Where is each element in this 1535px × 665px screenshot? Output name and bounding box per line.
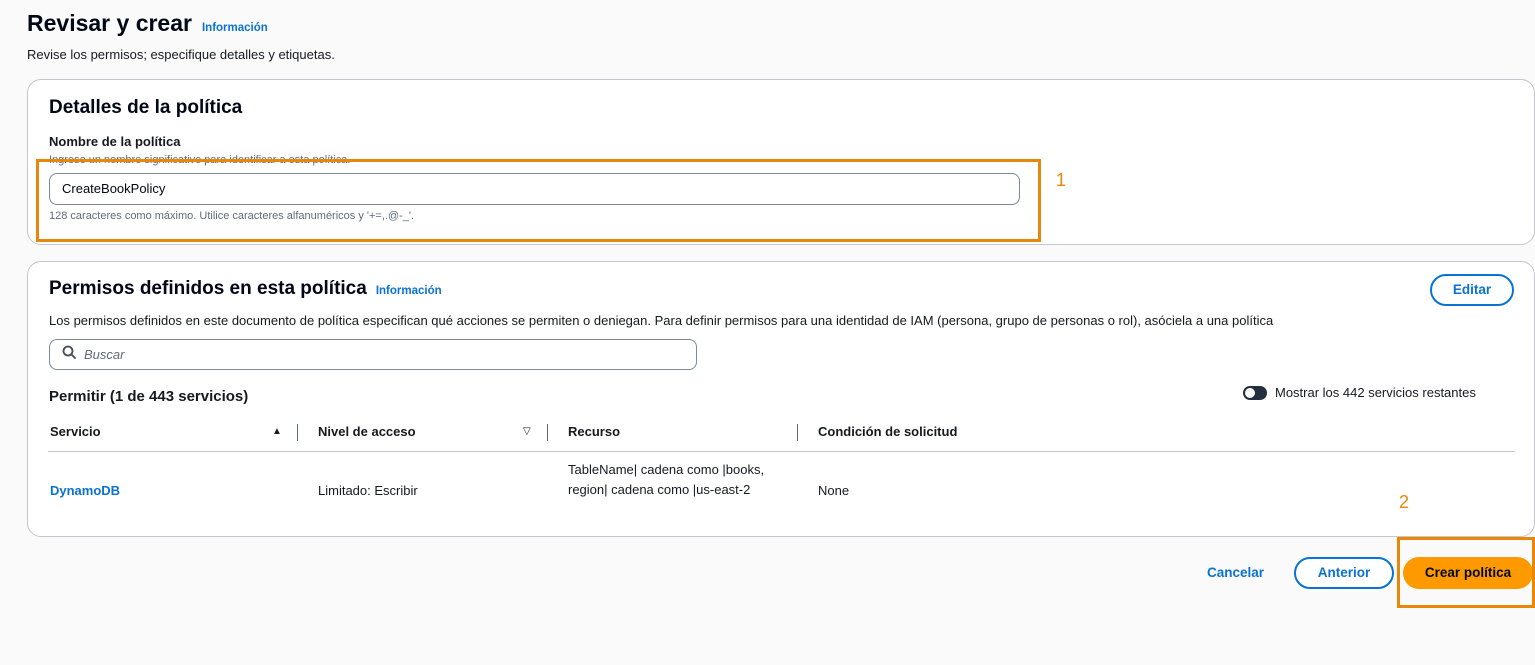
- column-header-resource[interactable]: Recurso: [568, 424, 620, 439]
- toggle-knob: [1245, 387, 1255, 398]
- sort-ascending-icon[interactable]: ▲: [272, 426, 282, 437]
- resource-cell: TableName| cadena como |books, region| c…: [568, 462, 765, 497]
- show-remaining-toggle-label: Mostrar los 442 servicios restantes: [1275, 385, 1476, 400]
- access-level-cell: Limitado: Escribir: [318, 483, 418, 498]
- search-icon: [62, 345, 76, 364]
- permissions-description: Los permisos definidos en este documento…: [49, 313, 1274, 328]
- column-header-service[interactable]: Servicio: [50, 424, 101, 439]
- column-divider: [797, 424, 798, 441]
- annotation-label-2: 2: [1399, 492, 1410, 512]
- page-title: Revisar y crear: [27, 10, 192, 36]
- policy-name-label: Nombre de la política: [49, 134, 181, 149]
- page-header: Revisar y crear Información Revise los p…: [27, 10, 335, 62]
- policy-details-title: Detalles de la política: [49, 97, 243, 118]
- info-link[interactable]: Información: [202, 22, 268, 34]
- cancel-button[interactable]: Cancelar: [1207, 565, 1264, 580]
- show-remaining-toggle-group: Mostrar los 442 servicios restantes: [1243, 385, 1476, 400]
- permissions-card: Permisos definidos en esta política Info…: [27, 261, 1535, 537]
- annotation-box-2: [1397, 537, 1535, 608]
- permissions-info-link[interactable]: Información: [376, 285, 442, 297]
- column-header-condition[interactable]: Condición de solicitud: [818, 424, 957, 439]
- sort-descending-icon[interactable]: ▽: [523, 426, 531, 437]
- show-remaining-toggle[interactable]: [1243, 385, 1267, 400]
- column-header-access-level[interactable]: Nivel de acceso: [318, 424, 416, 439]
- edit-button[interactable]: Editar: [1430, 274, 1514, 306]
- table-header-divider: [48, 451, 1515, 452]
- column-divider: [547, 424, 548, 441]
- permissions-title: Permisos definidos en esta política: [49, 278, 367, 299]
- previous-button[interactable]: Anterior: [1294, 557, 1394, 589]
- annotation-box-1: [36, 159, 1041, 242]
- page-description: Revise los permisos; especifique detalle…: [27, 47, 335, 62]
- annotation-label-1: 1: [1056, 170, 1067, 190]
- service-link-dynamodb[interactable]: DynamoDB: [50, 483, 120, 498]
- condition-cell: None: [818, 483, 850, 498]
- column-divider: [297, 424, 298, 441]
- search-placeholder: Buscar: [84, 347, 125, 362]
- permissions-title-row: Permisos definidos en esta política Info…: [49, 278, 442, 300]
- allow-section-title: Permitir (1 de 443 servicios): [49, 388, 249, 405]
- search-input[interactable]: Buscar: [49, 339, 697, 370]
